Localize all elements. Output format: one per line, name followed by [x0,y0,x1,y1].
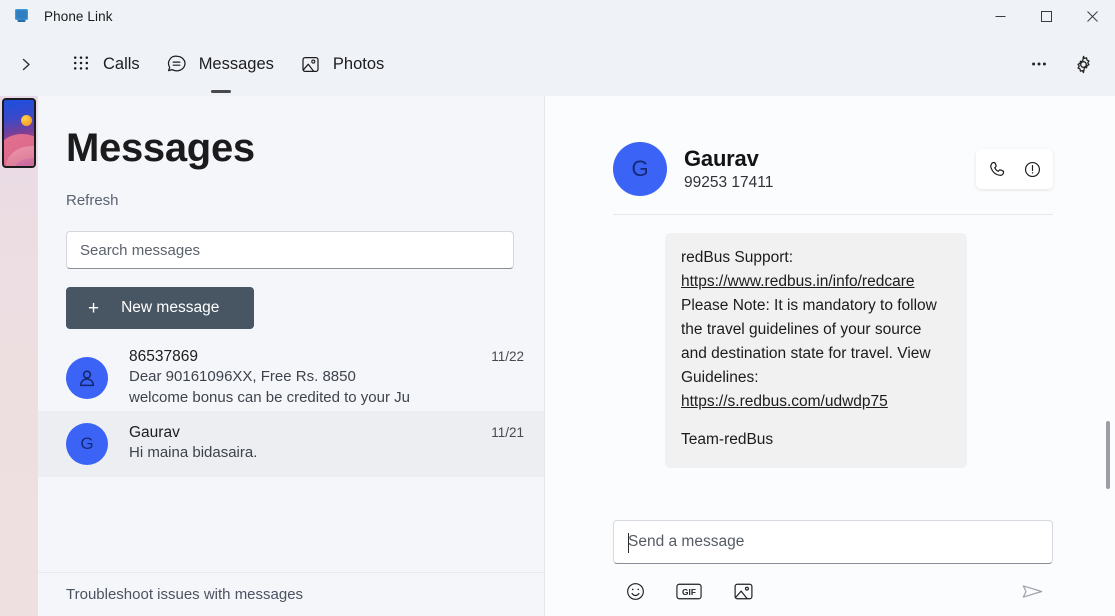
avatar-initial: G [80,434,94,453]
device-thumbnail[interactable] [1,98,36,168]
list-item[interactable]: 86537869 11/22 Dear 90161096XX, Free Rs.… [38,345,544,411]
snippet-line-1: Dear 90161096XX, Free Rs. 8850 [129,367,356,385]
message-date: 11/21 [491,425,524,441]
dialpad-icon [70,53,92,75]
person-icon [79,370,95,387]
snippet-line-1: Hi maina bidasaira. [129,444,258,462]
message-bubble-icon [166,53,188,75]
conversation-pane: G Gaurav 99253 17411 redBus Support: htt… [545,96,1115,616]
more-options-icon[interactable] [1019,44,1059,84]
message-snippet: Dear 90161096XX, Free Rs. 8850 welcome b… [129,366,524,409]
message-spacer [681,414,951,428]
search-box[interactable] [66,231,514,269]
snippet-line-2: welcome bonus can be credited to your Ju [129,389,410,406]
list-item[interactable]: G Gaurav 11/21 Hi maina bidasaira. [38,411,544,477]
gear-icon[interactable] [1063,44,1103,84]
info-icon[interactable] [1017,154,1047,184]
message-date: 11/22 [491,348,524,364]
conversation-scrollbar[interactable] [1104,96,1112,616]
conversation-header: G Gaurav 99253 17411 [613,96,1053,215]
message-bubble: redBus Support: https://www.redbus.in/in… [665,233,967,469]
list-item-text: 86537869 11/22 Dear 90161096XX, Free Rs.… [129,348,524,409]
window-controls [977,0,1115,32]
new-message-label: New message [121,299,220,316]
minimize-button[interactable] [977,0,1023,32]
messages-list-pane: Messages Refresh + New message [38,96,545,616]
contact-name: 86537869 [129,347,198,365]
search-input[interactable] [80,241,500,259]
conversation-actions [976,149,1053,189]
message-body: Please Note: It is mandatory to follow t… [681,297,937,387]
tab-photos[interactable]: Photos [290,45,396,83]
phone-link-icon [12,6,32,26]
scrollbar-thumb[interactable] [1106,421,1110,489]
composer-box[interactable] [613,520,1053,564]
conversation-list: 86537869 11/22 Dear 90161096XX, Free Rs.… [38,345,544,572]
plus-icon: + [88,297,100,319]
composer: GIF [545,520,1115,616]
refresh-button[interactable]: Refresh [66,192,544,209]
tab-photos-label: Photos [332,54,385,73]
list-item-top: Gaurav 11/21 [129,424,524,442]
message-intro: redBus Support: [681,249,794,266]
photo-icon [300,53,322,75]
new-message-button[interactable]: + New message [66,287,254,329]
expand-icon[interactable] [4,42,48,86]
app-body: Messages Refresh + New message [0,96,1115,616]
message-thread: redBus Support: https://www.redbus.in/in… [545,215,1115,520]
phone-link-window: Phone Link Calls Messages Photos Message… [0,0,1115,616]
list-header: Messages Refresh [38,96,544,209]
contact-meta: Gaurav 99253 17411 [684,146,773,192]
message-signature: Team-redBus [681,431,774,449]
list-item-top: 86537869 11/22 [129,348,524,366]
tab-calls-label: Calls [103,54,140,73]
close-button[interactable] [1069,0,1115,32]
window-title: Phone Link [44,8,113,24]
search-area [38,209,544,269]
message-link-1[interactable]: https://www.redbus.in/info/redcare [681,273,914,290]
nav-right-actions [1019,44,1103,84]
wallpaper-sun [20,115,32,126]
device-rail [0,96,38,616]
contact-name: Gaurav [129,424,180,442]
new-message-area: + New message [38,269,544,329]
image-icon[interactable] [729,577,757,605]
composer-tools: GIF [613,564,1053,606]
message-snippet: Hi maina bidasaira. [129,442,524,463]
maximize-button[interactable] [1023,0,1069,32]
contact-phone: 99253 17411 [684,174,774,191]
tab-calls[interactable]: Calls [60,45,152,83]
svg-text:GIF: GIF [682,587,696,597]
tab-messages[interactable]: Messages [156,45,286,83]
send-icon[interactable] [1017,576,1047,606]
list-item-text: Gaurav 11/21 Hi maina bidasaira. [129,424,524,463]
call-icon[interactable] [982,154,1012,184]
list-footer: Troubleshoot issues with messages [38,572,544,616]
message-link-2[interactable]: https://s.redbus.com/udwdp75 [681,393,888,410]
page-title: Messages [66,126,255,170]
title-bar: Phone Link [0,0,1115,32]
troubleshoot-link[interactable]: Troubleshoot issues with messages [66,586,303,603]
avatar: G [613,142,667,196]
avatar: G [66,423,108,465]
nav-tabs: Calls Messages Photos [60,45,396,83]
message-input[interactable] [628,533,1038,551]
tab-messages-label: Messages [198,54,274,73]
contact-name: Gaurav [684,146,759,171]
emoji-icon[interactable] [621,577,649,605]
avatar-initial: G [631,156,649,181]
avatar [66,357,108,399]
text-caret [628,533,629,553]
gif-icon[interactable]: GIF [675,577,703,605]
nav-bar: Calls Messages Photos [0,32,1115,96]
